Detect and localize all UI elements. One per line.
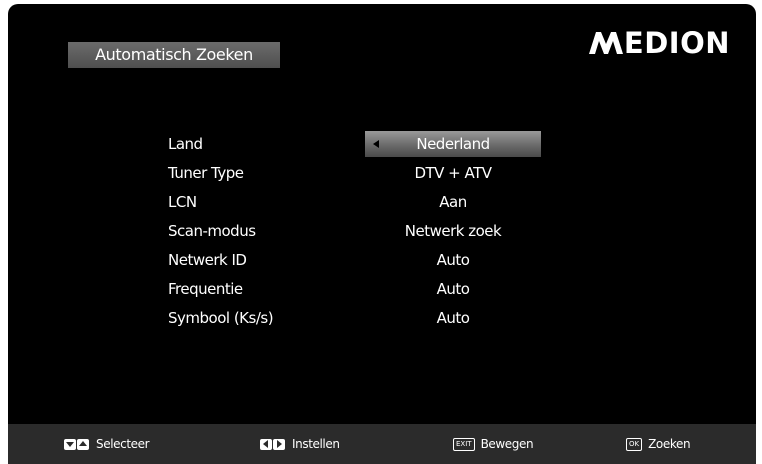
setting-label: LCN (168, 193, 197, 211)
hint-select-label: Selecteer (96, 437, 150, 451)
setting-value: Auto (436, 309, 470, 327)
setting-value-selector[interactable]: Nederland (365, 131, 541, 157)
setting-label: Land (168, 135, 203, 153)
hint-move-label: Bewegen (480, 437, 534, 451)
menu-title: Automatisch Zoeken (68, 42, 280, 68)
setting-label: Symbool (Ks/s) (168, 309, 274, 327)
setting-row-scan-modus[interactable]: Scan-modus Netwerk zoek (8, 218, 756, 247)
setting-value: Auto (436, 251, 470, 269)
hint-set-label: Instellen (292, 437, 340, 451)
setting-value: Nederland (416, 135, 490, 153)
setting-value: DTV + ATV (414, 164, 492, 182)
brand-m-icon (588, 32, 623, 54)
left-arrow-key-icon (260, 438, 272, 450)
setting-label: Netwerk ID (168, 251, 247, 269)
setting-label: Frequentie (168, 280, 243, 298)
setting-label: Scan-modus (168, 222, 256, 240)
ok-key-icon: OK (626, 437, 643, 451)
hint-set: Instellen (260, 424, 340, 464)
left-arrow-icon[interactable] (373, 140, 379, 148)
exit-key-icon: EXIT (453, 437, 475, 451)
up-arrow-key-icon (77, 438, 89, 450)
setting-row-land[interactable]: Land Nederland (8, 131, 756, 160)
hint-move: EXIT Bewegen (453, 424, 534, 464)
hint-select: Selecteer (64, 424, 150, 464)
tv-screen: Automatisch Zoeken EDION Land Nederland … (8, 4, 756, 464)
setting-row-frequentie[interactable]: Frequentie Auto (8, 276, 756, 305)
setting-row-symbool[interactable]: Symbool (Ks/s) Auto (8, 305, 756, 334)
setting-row-netwerk-id[interactable]: Netwerk ID Auto (8, 247, 756, 276)
right-arrow-key-icon (273, 438, 285, 450)
settings-list: Land Nederland Tuner Type DTV + ATV LCN … (8, 131, 756, 334)
setting-value: Aan (439, 193, 467, 211)
setting-label: Tuner Type (168, 164, 244, 182)
hint-search-label: Zoeken (648, 437, 691, 451)
setting-row-lcn[interactable]: LCN Aan (8, 189, 756, 218)
footer-hint-bar: Selecteer Instellen EXIT Bewegen OK Zoek… (8, 424, 756, 464)
brand-logo: EDION (588, 26, 730, 60)
setting-value: Netwerk zoek (404, 222, 502, 240)
brand-name: EDION (623, 26, 730, 60)
down-arrow-key-icon (64, 438, 76, 450)
setting-value: Auto (436, 280, 470, 298)
hint-search: OK Zoeken (626, 424, 691, 464)
setting-row-tuner-type[interactable]: Tuner Type DTV + ATV (8, 160, 756, 189)
